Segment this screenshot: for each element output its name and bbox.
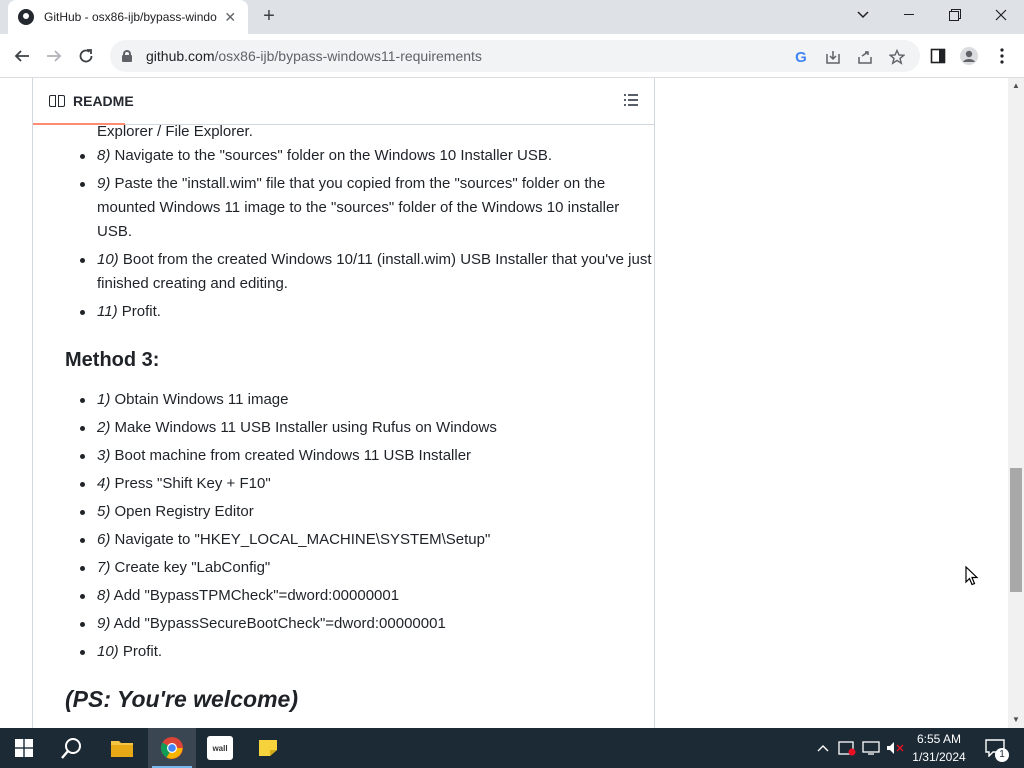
browser-tab-github[interactable]: GitHub - osx86-ijb/bypass-windo ✕ — [8, 0, 248, 34]
address-bar[interactable]: github.com/osx86-ijb/bypass-windows11-re… — [110, 40, 920, 72]
list-item: 5) Open Registry Editor — [80, 500, 655, 524]
step-text: Add "BypassSecureBootCheck"=dword:000000… — [110, 615, 446, 632]
close-window-button[interactable] — [978, 0, 1024, 30]
ps-heading: (PS: You're welcome) — [65, 686, 298, 712]
close-tab-icon[interactable]: ✕ — [223, 9, 239, 26]
clock-date: 1/31/2024 — [912, 750, 966, 764]
notification-center-icon[interactable]: 1 — [980, 728, 1010, 768]
scroll-thumb[interactable] — [1010, 468, 1022, 592]
tab-title: GitHub - osx86-ijb/bypass-windo — [44, 10, 217, 24]
search-icon[interactable] — [48, 728, 96, 768]
step-number: 5) — [97, 503, 111, 520]
method-3-heading: Method 3: — [65, 349, 160, 371]
security-tray-icon[interactable] — [836, 728, 858, 768]
step-number: 11) — [97, 303, 118, 320]
step-number: 1) — [97, 391, 111, 408]
step-text: Paste the "install.wim" file that you co… — [97, 175, 620, 240]
profile-avatar-icon[interactable] — [957, 44, 981, 68]
page-viewport: README Explorer / File Explorer. 8) Navi… — [0, 78, 1008, 728]
step-text: Obtain Windows 11 image — [110, 391, 289, 408]
steps-list-method-3: 1) Obtain Windows 11 image 2) Make Window… — [65, 388, 655, 664]
bookmark-star-icon[interactable] — [888, 48, 906, 66]
list-item: 3) Boot machine from created Windows 11 … — [80, 444, 655, 468]
install-app-icon[interactable] — [824, 48, 842, 66]
minimize-button[interactable] — [886, 0, 932, 30]
list-item: 9) Add "BypassSecureBootCheck"=dword:000… — [80, 612, 655, 636]
share-icon[interactable] — [856, 48, 874, 66]
step-text: Profit. — [118, 643, 163, 660]
taskbar-clock[interactable]: 6:55 AM 1/31/2024 — [904, 730, 974, 766]
readme-tab[interactable]: README — [73, 93, 134, 109]
step-text: Add "BypassTPMCheck"=dword:00000001 — [110, 587, 400, 604]
step-text: Navigate to "HKEY_LOCAL_MACHINE\SYSTEM\S… — [110, 531, 491, 548]
file-explorer-icon[interactable] — [98, 728, 146, 768]
step-number: 9) — [97, 175, 111, 192]
step-text: Create key "LabConfig" — [110, 559, 271, 576]
step-text: Boot machine from created Windows 11 USB… — [110, 447, 472, 464]
step-text: Press "Shift Key + F10" — [110, 475, 271, 492]
list-item: 11) Profit. — [80, 300, 655, 324]
steps-list-method-2: 8) Navigate to the "sources" folder on t… — [65, 144, 655, 324]
step-number: 4) — [97, 475, 111, 492]
readme-content: Explorer / File Explorer. 8) Navigate to… — [65, 120, 655, 714]
list-item: 9) Paste the "install.wim" file that you… — [80, 172, 655, 244]
step-number: 2) — [97, 419, 111, 436]
step-number: 6) — [97, 531, 111, 548]
list-item: 6) Navigate to "HKEY_LOCAL_MACHINE\SYSTE… — [80, 528, 655, 552]
github-icon — [18, 9, 34, 25]
url-text[interactable]: github.com/osx86-ijb/bypass-windows11-re… — [146, 48, 482, 64]
scroll-down-arrow-icon[interactable]: ▼ — [1012, 716, 1020, 724]
new-tab-button[interactable]: + — [258, 6, 280, 28]
step-text: Open Registry Editor — [110, 503, 254, 520]
step-number: 10) — [97, 643, 119, 660]
menu-kebab-icon[interactable] — [990, 44, 1014, 68]
step-number: 8) — [97, 587, 111, 604]
mouse-cursor-icon — [965, 566, 979, 586]
restore-button[interactable] — [932, 0, 978, 30]
scroll-up-arrow-icon[interactable]: ▲ — [1012, 82, 1020, 90]
browser-titlebar: GitHub - osx86-ijb/bypass-windo ✕ + — [0, 0, 1024, 34]
windows-taskbar: wall 6:55 AM 1/31/2024 1 — [0, 728, 1024, 768]
volume-muted-icon[interactable] — [884, 728, 906, 768]
tab-search-icon[interactable] — [840, 0, 886, 30]
table-of-contents-icon[interactable] — [624, 94, 638, 106]
show-hidden-icons-chevron-icon[interactable] — [814, 728, 832, 768]
step-text: Profit. — [117, 303, 161, 320]
step-number: 7) — [97, 559, 111, 576]
step-text: Navigate to the "sources" folder on the … — [110, 147, 553, 164]
step-number: 10) — [97, 251, 119, 268]
list-item-continuation: Explorer / File Explorer. — [97, 123, 253, 140]
list-item: 1) Obtain Windows 11 image — [80, 388, 655, 412]
list-item: 8) Add "BypassTPMCheck"=dword:00000001 — [80, 584, 655, 608]
chrome-taskbar-icon[interactable] — [148, 728, 196, 768]
list-item: 10) Boot from the created Windows 10/11 … — [80, 248, 655, 296]
google-translate-icon[interactable]: G — [792, 48, 810, 66]
reload-button[interactable] — [74, 44, 98, 68]
step-text: Make Windows 11 USB Installer using Rufu… — [110, 419, 497, 436]
book-icon — [49, 94, 65, 108]
start-button[interactable] — [0, 728, 48, 768]
lock-icon[interactable] — [122, 50, 132, 62]
forward-button[interactable] — [42, 44, 66, 68]
list-item: 7) Create key "LabConfig" — [80, 556, 655, 580]
list-item: 8) Navigate to the "sources" folder on t… — [80, 144, 655, 168]
network-icon[interactable] — [860, 728, 882, 768]
readme-header: README — [33, 78, 654, 125]
readme-container: README Explorer / File Explorer. 8) Navi… — [32, 78, 655, 728]
side-panel-icon[interactable] — [926, 44, 950, 68]
clock-time: 6:55 AM — [916, 732, 962, 746]
back-button[interactable] — [10, 44, 34, 68]
step-number: 3) — [97, 447, 111, 464]
list-item: 4) Press "Shift Key + F10" — [80, 472, 655, 496]
step-text: Boot from the created Windows 10/11 (ins… — [97, 251, 652, 292]
list-item: 10) Profit. — [80, 640, 655, 664]
notification-count-badge: 1 — [995, 748, 1009, 762]
step-number: 8) — [97, 147, 111, 164]
list-item: 2) Make Windows 11 USB Installer using R… — [80, 416, 655, 440]
step-number: 9) — [97, 615, 111, 632]
sticky-notes-icon[interactable] — [244, 728, 292, 768]
browser-toolbar: github.com/osx86-ijb/bypass-windows11-re… — [0, 34, 1024, 78]
page-scrollbar[interactable]: ▲ ▼ — [1008, 78, 1024, 728]
wallet-app-icon[interactable]: wall — [196, 728, 244, 768]
